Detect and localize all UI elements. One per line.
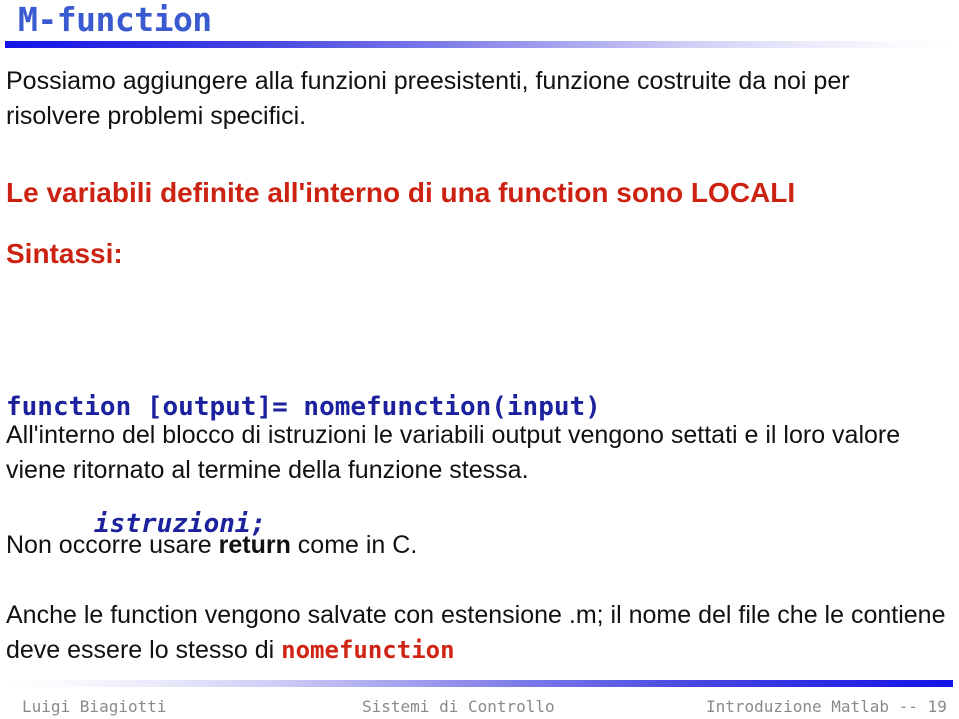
heading-sintassi: Sintassi: bbox=[6, 238, 123, 269]
footer-author: Luigi Biagiotti bbox=[22, 697, 167, 716]
paragraph-intro: Possiamo aggiungere alla funzioni preesi… bbox=[6, 67, 850, 130]
paragraph-return: Non occorre usare return come in C. bbox=[6, 528, 706, 563]
return-suffix-text: come in C. bbox=[290, 531, 418, 559]
heading-local-variables: Le variabili definite all'interno di una… bbox=[6, 177, 796, 208]
return-prefix-text: Non occorre usare bbox=[6, 531, 219, 559]
paragraph-estensione: Anche le function vengono salvate con es… bbox=[6, 598, 952, 668]
footer-course: Sistemi di Controllo bbox=[362, 697, 555, 716]
estensione-prefix-text: Anche le function vengono salvate con es… bbox=[6, 601, 946, 664]
paragraph-blocco-istruzioni: All'interno del blocco di istruzioni le … bbox=[6, 421, 901, 484]
return-keyword: return bbox=[218, 531, 291, 559]
footer-gradient-rule bbox=[5, 680, 953, 687]
page-title: M-function bbox=[18, 0, 212, 39]
header-gradient-rule bbox=[5, 41, 953, 48]
footer-section: Introduzione Matlab -- 19 bbox=[706, 697, 947, 716]
nomefunction-keyword: nomefunction bbox=[281, 636, 455, 664]
slide: M-function Possiamo aggiungere alla funz… bbox=[0, 0, 959, 719]
